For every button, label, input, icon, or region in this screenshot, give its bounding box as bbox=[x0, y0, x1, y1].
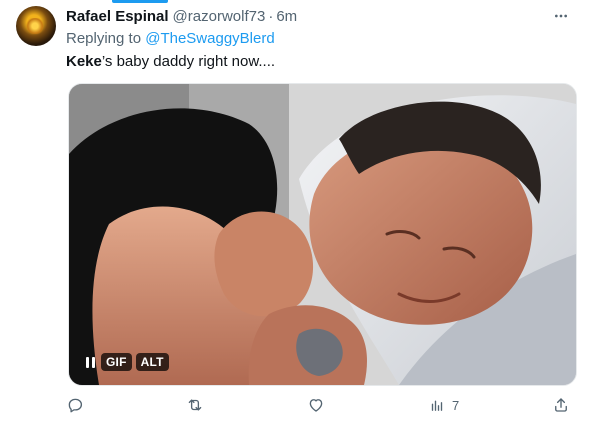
alt-badge[interactable]: ALT bbox=[135, 353, 169, 371]
tweet[interactable]: Rafael Espinal @razorwolf73 · 6m Replyin… bbox=[0, 0, 595, 426]
views-count: 7 bbox=[452, 397, 460, 413]
pause-icon[interactable] bbox=[83, 353, 97, 371]
replying-to-link[interactable]: @TheSwaggyBlerd bbox=[145, 30, 274, 47]
views-icon bbox=[431, 400, 443, 411]
gif-controls: GIF ALT bbox=[83, 353, 169, 371]
tweet-actions: 7 bbox=[66, 394, 579, 416]
more-icon[interactable] bbox=[549, 6, 573, 26]
gif-media[interactable]: GIF ALT bbox=[68, 83, 577, 386]
replying-to-label: Replying to bbox=[66, 30, 142, 47]
tweet-text: Keke’s baby daddy right now.... bbox=[66, 53, 275, 70]
gif-badge: GIF bbox=[101, 353, 132, 371]
reply-icon bbox=[68, 398, 83, 413]
like-button[interactable] bbox=[307, 394, 325, 416]
gif-frame bbox=[69, 84, 576, 385]
user-handle[interactable]: @razorwolf73 bbox=[173, 8, 266, 25]
tweet-text-bold: Keke bbox=[66, 53, 102, 70]
separator-dot: · bbox=[268, 7, 274, 25]
timestamp[interactable]: 6m bbox=[276, 8, 297, 25]
share-button[interactable] bbox=[552, 394, 570, 416]
retweet-icon bbox=[188, 399, 202, 411]
like-icon bbox=[309, 399, 323, 412]
reply-button[interactable] bbox=[66, 394, 84, 416]
replying-to-line: Replying to @TheSwaggyBlerd bbox=[66, 30, 275, 47]
retweet-button[interactable] bbox=[186, 394, 204, 416]
share-icon bbox=[555, 398, 567, 412]
tweet-text-rest: ’s baby daddy right now.... bbox=[101, 53, 276, 70]
avatar[interactable] bbox=[16, 6, 56, 46]
display-name[interactable]: Rafael Espinal bbox=[66, 8, 169, 25]
tweet-header: Rafael Espinal @razorwolf73 · 6m bbox=[66, 7, 297, 25]
views-button[interactable]: 7 bbox=[428, 394, 459, 416]
